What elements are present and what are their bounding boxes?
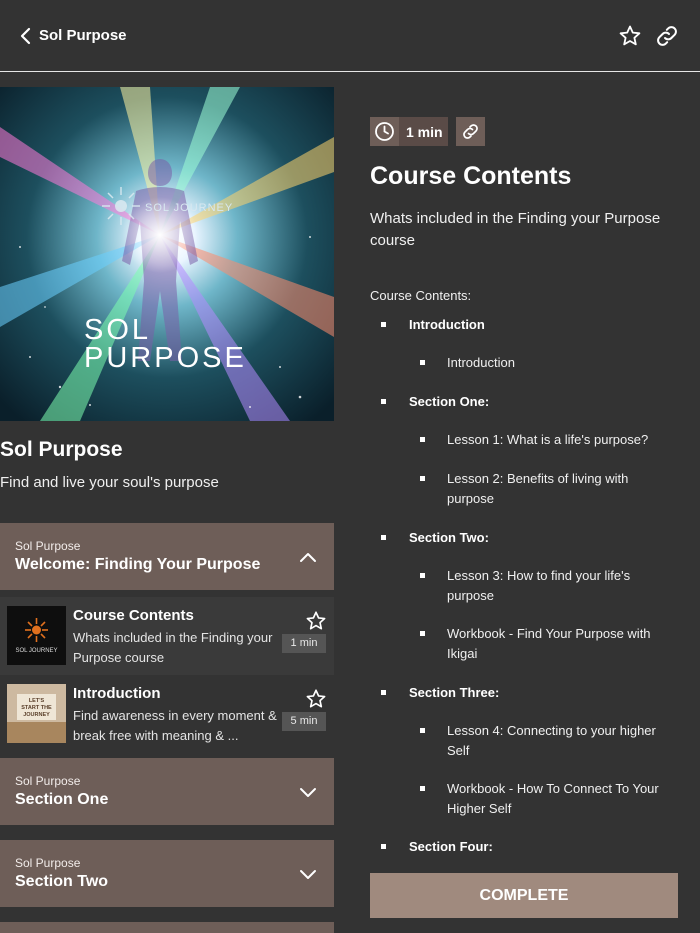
header-title: Sol Purpose <box>39 27 127 44</box>
section-kicker: Sol Purpose <box>15 539 81 553</box>
lesson-favorite-star-icon[interactable] <box>305 610 327 632</box>
chevron-left-icon[interactable] <box>16 26 36 46</box>
share-link-icon[interactable] <box>655 24 679 48</box>
svg-text:START THE: START THE <box>21 705 52 711</box>
lesson-favorite-star-icon[interactable] <box>305 688 327 710</box>
svg-text:JOURNEY: JOURNEY <box>23 712 50 718</box>
course-hero-image: SOL JOURNEY SOL PURPOSE <box>0 87 334 421</box>
lesson-item-course-contents[interactable]: SOL JOURNEY Course Contents Whats includ… <box>0 597 334 675</box>
lesson-description: Whats included in the Finding your Purpo… <box>73 630 273 665</box>
section-header-next[interactable] <box>0 922 334 933</box>
section-header-two[interactable]: Sol Purpose Section Two <box>0 840 334 907</box>
section-kicker: Sol Purpose <box>15 774 81 788</box>
section-name: Section Two <box>15 873 109 890</box>
svg-text:PURPOSE: PURPOSE <box>84 342 247 374</box>
section-name: Section One <box>15 791 109 808</box>
favorite-star-icon[interactable] <box>618 24 642 48</box>
detail-description: Whats included in the Finding your Purpo… <box>370 210 661 249</box>
chevron-down-icon <box>300 788 316 797</box>
course-subtitle: Find and live your soul's purpose <box>0 474 219 491</box>
lesson-title: Course Contents <box>73 607 194 624</box>
lesson-thumbnail: LET'S START THE JOURNEY <box>7 684 66 743</box>
chevron-up-icon <box>300 553 316 562</box>
lesson-item-introduction[interactable]: LET'S START THE JOURNEY Introduction Fin… <box>0 675 334 753</box>
lesson-title: Introduction <box>73 685 161 702</box>
section-name: Welcome: Finding Your Purpose <box>15 556 261 573</box>
clock-icon <box>370 117 399 146</box>
svg-text:SOL JOURNEY: SOL JOURNEY <box>145 202 233 214</box>
svg-text:SOL JOURNEY: SOL JOURNEY <box>15 648 57 654</box>
lesson-duration-badge: 1 min <box>282 634 326 653</box>
copy-link-button[interactable] <box>456 117 485 146</box>
duration-chip: 1 min <box>370 117 448 146</box>
section-header-one[interactable]: Sol Purpose Section One <box>0 758 334 825</box>
chevron-down-icon <box>300 870 316 879</box>
detail-title: Course Contents <box>370 162 572 190</box>
lesson-description: Find awareness in every moment & break f… <box>73 708 277 743</box>
link-icon <box>463 124 478 139</box>
lesson-duration-badge: 5 min <box>282 712 326 731</box>
svg-text:LET'S: LET'S <box>29 698 45 704</box>
duration-text: 1 min <box>406 124 443 140</box>
lesson-thumbnail: SOL JOURNEY <box>7 606 66 665</box>
top-bar: Sol Purpose <box>0 0 700 72</box>
complete-button[interactable]: COMPLETE <box>370 873 678 918</box>
section-kicker: Sol Purpose <box>15 856 81 870</box>
section-header-welcome[interactable]: Sol Purpose Welcome: Finding Your Purpos… <box>0 523 334 590</box>
contents-label: Course Contents: <box>370 288 472 303</box>
course-title: Sol Purpose <box>0 438 123 461</box>
